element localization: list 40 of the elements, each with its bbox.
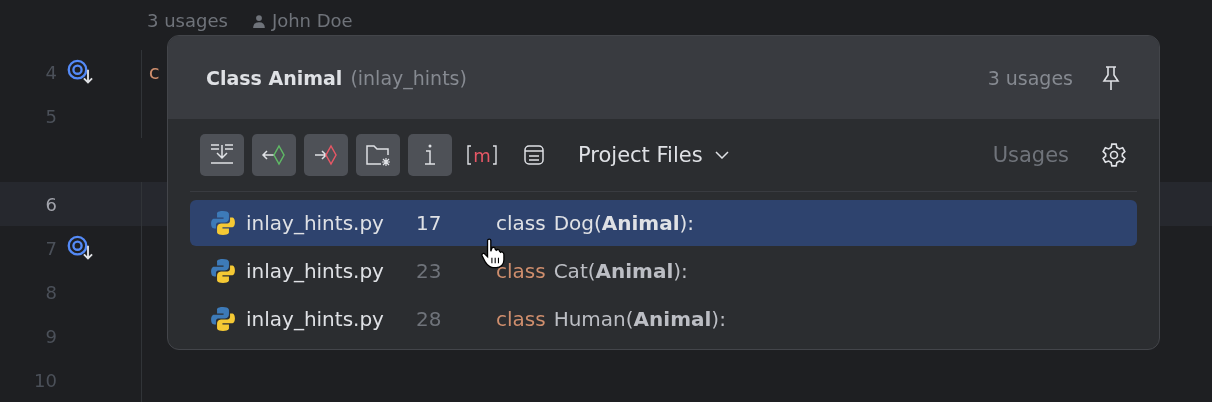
python-icon — [210, 210, 236, 236]
settings-icon[interactable] — [1101, 142, 1127, 168]
scope-dropdown[interactable]: Project Files — [578, 143, 729, 167]
code-text: Human(Animal): — [553, 307, 726, 331]
info-filter-button[interactable] — [408, 134, 452, 176]
usage-row[interactable]: inlay_hints.py 17 class Dog(Animal): — [190, 200, 1137, 246]
overridden-gutter-icon[interactable] — [67, 235, 95, 261]
line-number: 28 — [416, 307, 443, 331]
popup-title: Class Animal — [206, 66, 343, 89]
pin-icon[interactable] — [1101, 64, 1121, 91]
popup-context: (inlay_hints) — [350, 66, 467, 89]
code-keyword: class — [496, 307, 546, 331]
method-filter-button[interactable]: m — [460, 134, 504, 176]
read-filter-button[interactable] — [252, 134, 296, 176]
write-filter-button[interactable] — [304, 134, 348, 176]
file-name: inlay_hints.py — [246, 211, 385, 235]
code-text: Cat(Animal): — [553, 259, 688, 283]
python-icon — [210, 306, 236, 332]
merge-filter-button[interactable] — [200, 134, 244, 176]
overridden-gutter-icon[interactable] — [67, 59, 95, 85]
person-icon — [251, 14, 266, 28]
usage-count: 3 usages — [987, 66, 1073, 89]
usage-row[interactable]: inlay_hints.py 23 class Cat(Animal): — [190, 248, 1137, 294]
line-number: 6 — [44, 193, 57, 215]
bracket-icon — [467, 145, 473, 165]
chevron-down-icon — [714, 151, 729, 159]
python-icon — [210, 258, 236, 284]
bracket-icon — [491, 145, 497, 165]
code-text: c — [148, 60, 161, 84]
code-keyword: class — [496, 211, 546, 235]
line-number: 17 — [416, 211, 443, 235]
usages-label: Usages — [992, 143, 1069, 167]
usage-row[interactable]: inlay_hints.py 28 class Human(Animal): — [190, 296, 1137, 342]
file-name: inlay_hints.py — [246, 259, 385, 283]
code-keyword: class — [496, 259, 546, 283]
file-name: inlay_hints.py — [246, 307, 385, 331]
usages-hint[interactable]: 3 usages — [147, 10, 228, 32]
folder-filter-button[interactable] — [356, 134, 400, 176]
code-text: Dog(Animal): — [553, 211, 695, 235]
line-number: 23 — [416, 259, 443, 283]
